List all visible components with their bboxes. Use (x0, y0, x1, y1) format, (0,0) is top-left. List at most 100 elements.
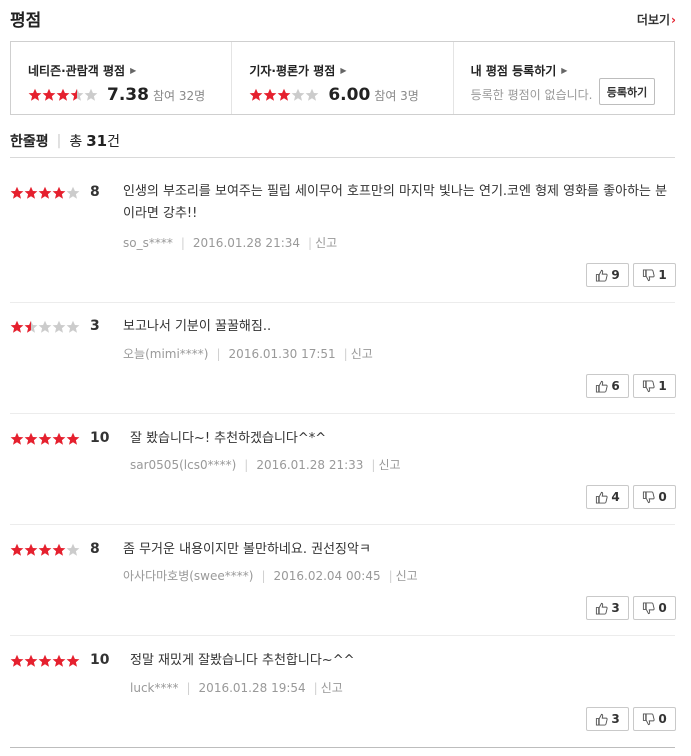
review-meta: 아사다마호병(swee****) | 2016.02.04 00:45 | 신고 (123, 567, 418, 584)
star-full-icon (52, 654, 66, 668)
dislike-button[interactable]: 0 (633, 596, 676, 620)
reviews-section-title: 한줄평 | 총 31 건 (10, 131, 120, 151)
critic-rating-label: 기자·평론가 평점 (249, 64, 336, 78)
like-count: 9 (611, 268, 620, 282)
review-user: 아사다마호병(swee****) (123, 569, 254, 583)
rating-summary: 네티즌·관람객 평점 ▶ 7.38 참여 32명 기자·평론가 평점 ▶ 6.00 … (10, 41, 675, 115)
like-count: 4 (611, 490, 620, 504)
thumbs-up-icon (596, 491, 608, 504)
star-full-icon (66, 432, 80, 446)
star-empty-icon (66, 186, 80, 200)
like-button[interactable]: 4 (586, 485, 629, 509)
critic-rating: 기자·평론가 평점 ▶ 6.00 참여 3명 (231, 42, 452, 114)
review-divider (10, 524, 675, 525)
review-stars (10, 654, 80, 668)
star-full-icon (10, 186, 24, 200)
star-full-icon (38, 186, 52, 200)
reviews-count-unit: 건 (107, 134, 121, 150)
like-button[interactable]: 6 (586, 374, 629, 398)
review-text: 잘 봤습니다~! 추천하겠습니다^*^ (130, 431, 327, 446)
divider: | (216, 346, 221, 361)
audience-rating-link[interactable]: 네티즌·관람객 평점 ▶ (28, 62, 136, 79)
dislike-button[interactable]: 0 (633, 707, 676, 731)
thumbs-up-icon (596, 380, 608, 393)
register-rating-button[interactable]: 등록하기 (598, 78, 655, 105)
divider: | (56, 133, 62, 149)
star-full-icon (24, 543, 38, 557)
reviews-count: 31 (86, 132, 108, 150)
dislike-count: 0 (658, 712, 667, 726)
report-link[interactable]: 신고 (378, 456, 400, 473)
chevron-right-icon: › (671, 13, 676, 27)
dislike-button[interactable]: 0 (633, 485, 676, 509)
critic-score: 6.00 (328, 85, 371, 105)
star-empty-icon (66, 320, 80, 334)
critic-rating-link[interactable]: 기자·평론가 평점 ▶ (249, 62, 346, 79)
report-link[interactable]: 신고 (321, 679, 343, 696)
thumbs-down-icon (643, 712, 655, 725)
star-empty-icon (84, 88, 98, 102)
caret-right-icon: ▶ (130, 66, 137, 75)
review-date: 2016.01.28 21:33 (256, 457, 364, 472)
caret-right-icon: ▶ (340, 66, 347, 75)
star-full-icon (263, 88, 277, 102)
divider: | (388, 568, 393, 583)
audience-stars (28, 88, 98, 102)
review-stars (10, 320, 80, 334)
like-count: 6 (611, 379, 620, 393)
divider: | (261, 568, 266, 583)
section-divider (10, 157, 675, 158)
thumbs-down-icon (643, 601, 655, 614)
review-date: 2016.01.28 21:34 (192, 235, 301, 250)
rating-header: 평점 더보기› (10, 6, 676, 31)
dislike-button[interactable]: 1 (633, 374, 676, 398)
like-button[interactable]: 3 (586, 596, 629, 620)
critic-stars (249, 88, 319, 102)
star-full-icon (52, 432, 66, 446)
star-full-icon (10, 320, 24, 334)
dislike-count: 1 (658, 268, 667, 282)
review-user: so_s**** (123, 235, 173, 250)
review-score: 8 (90, 184, 100, 200)
my-rating-link[interactable]: 내 평점 등록하기 ▶ (471, 62, 568, 79)
star-full-icon (24, 432, 38, 446)
dislike-button[interactable]: 1 (633, 263, 676, 287)
report-link[interactable]: 신고 (315, 234, 337, 251)
caret-right-icon: ▶ (561, 66, 568, 75)
audience-score: 7.38 (107, 85, 149, 105)
star-full-icon (52, 186, 66, 200)
like-button[interactable]: 3 (586, 707, 629, 731)
star-full-icon (24, 186, 38, 200)
review-score: 10 (90, 652, 110, 668)
review-divider (10, 302, 675, 303)
divider: | (371, 457, 376, 472)
thumbs-down-icon (643, 379, 655, 392)
dislike-count: 0 (658, 601, 667, 615)
star-full-icon (10, 543, 24, 557)
my-rating-label: 내 평점 등록하기 (470, 64, 557, 78)
review-divider (10, 413, 675, 414)
audience-participants: 참여 32명 (152, 88, 206, 103)
report-link[interactable]: 신고 (396, 567, 418, 584)
star-empty-icon (66, 543, 80, 557)
dislike-count: 0 (658, 490, 667, 504)
review-user: sar0505(lcs0****) (130, 457, 237, 472)
star-full-icon (66, 654, 80, 668)
page-title: 평점 (10, 11, 42, 31)
more-label: 더보기 (636, 13, 671, 27)
more-link[interactable]: 더보기› (637, 11, 676, 28)
review-divider (10, 635, 675, 636)
review-date: 2016.01.30 17:51 (228, 346, 336, 361)
divider: | (313, 680, 318, 695)
thumbs-up-icon (596, 269, 608, 282)
thumbs-up-icon (596, 713, 608, 726)
divider: | (186, 680, 191, 695)
like-button[interactable]: 9 (586, 263, 629, 287)
critic-participants: 참여 3명 (374, 88, 419, 103)
star-full-icon (10, 654, 24, 668)
review-text: 정말 재밌게 잘봤습니다 추천합니다~^^ (130, 653, 355, 668)
star-full-icon (249, 88, 263, 102)
report-link[interactable]: 신고 (351, 345, 373, 362)
star-full-icon (38, 432, 52, 446)
star-full-icon (38, 654, 52, 668)
